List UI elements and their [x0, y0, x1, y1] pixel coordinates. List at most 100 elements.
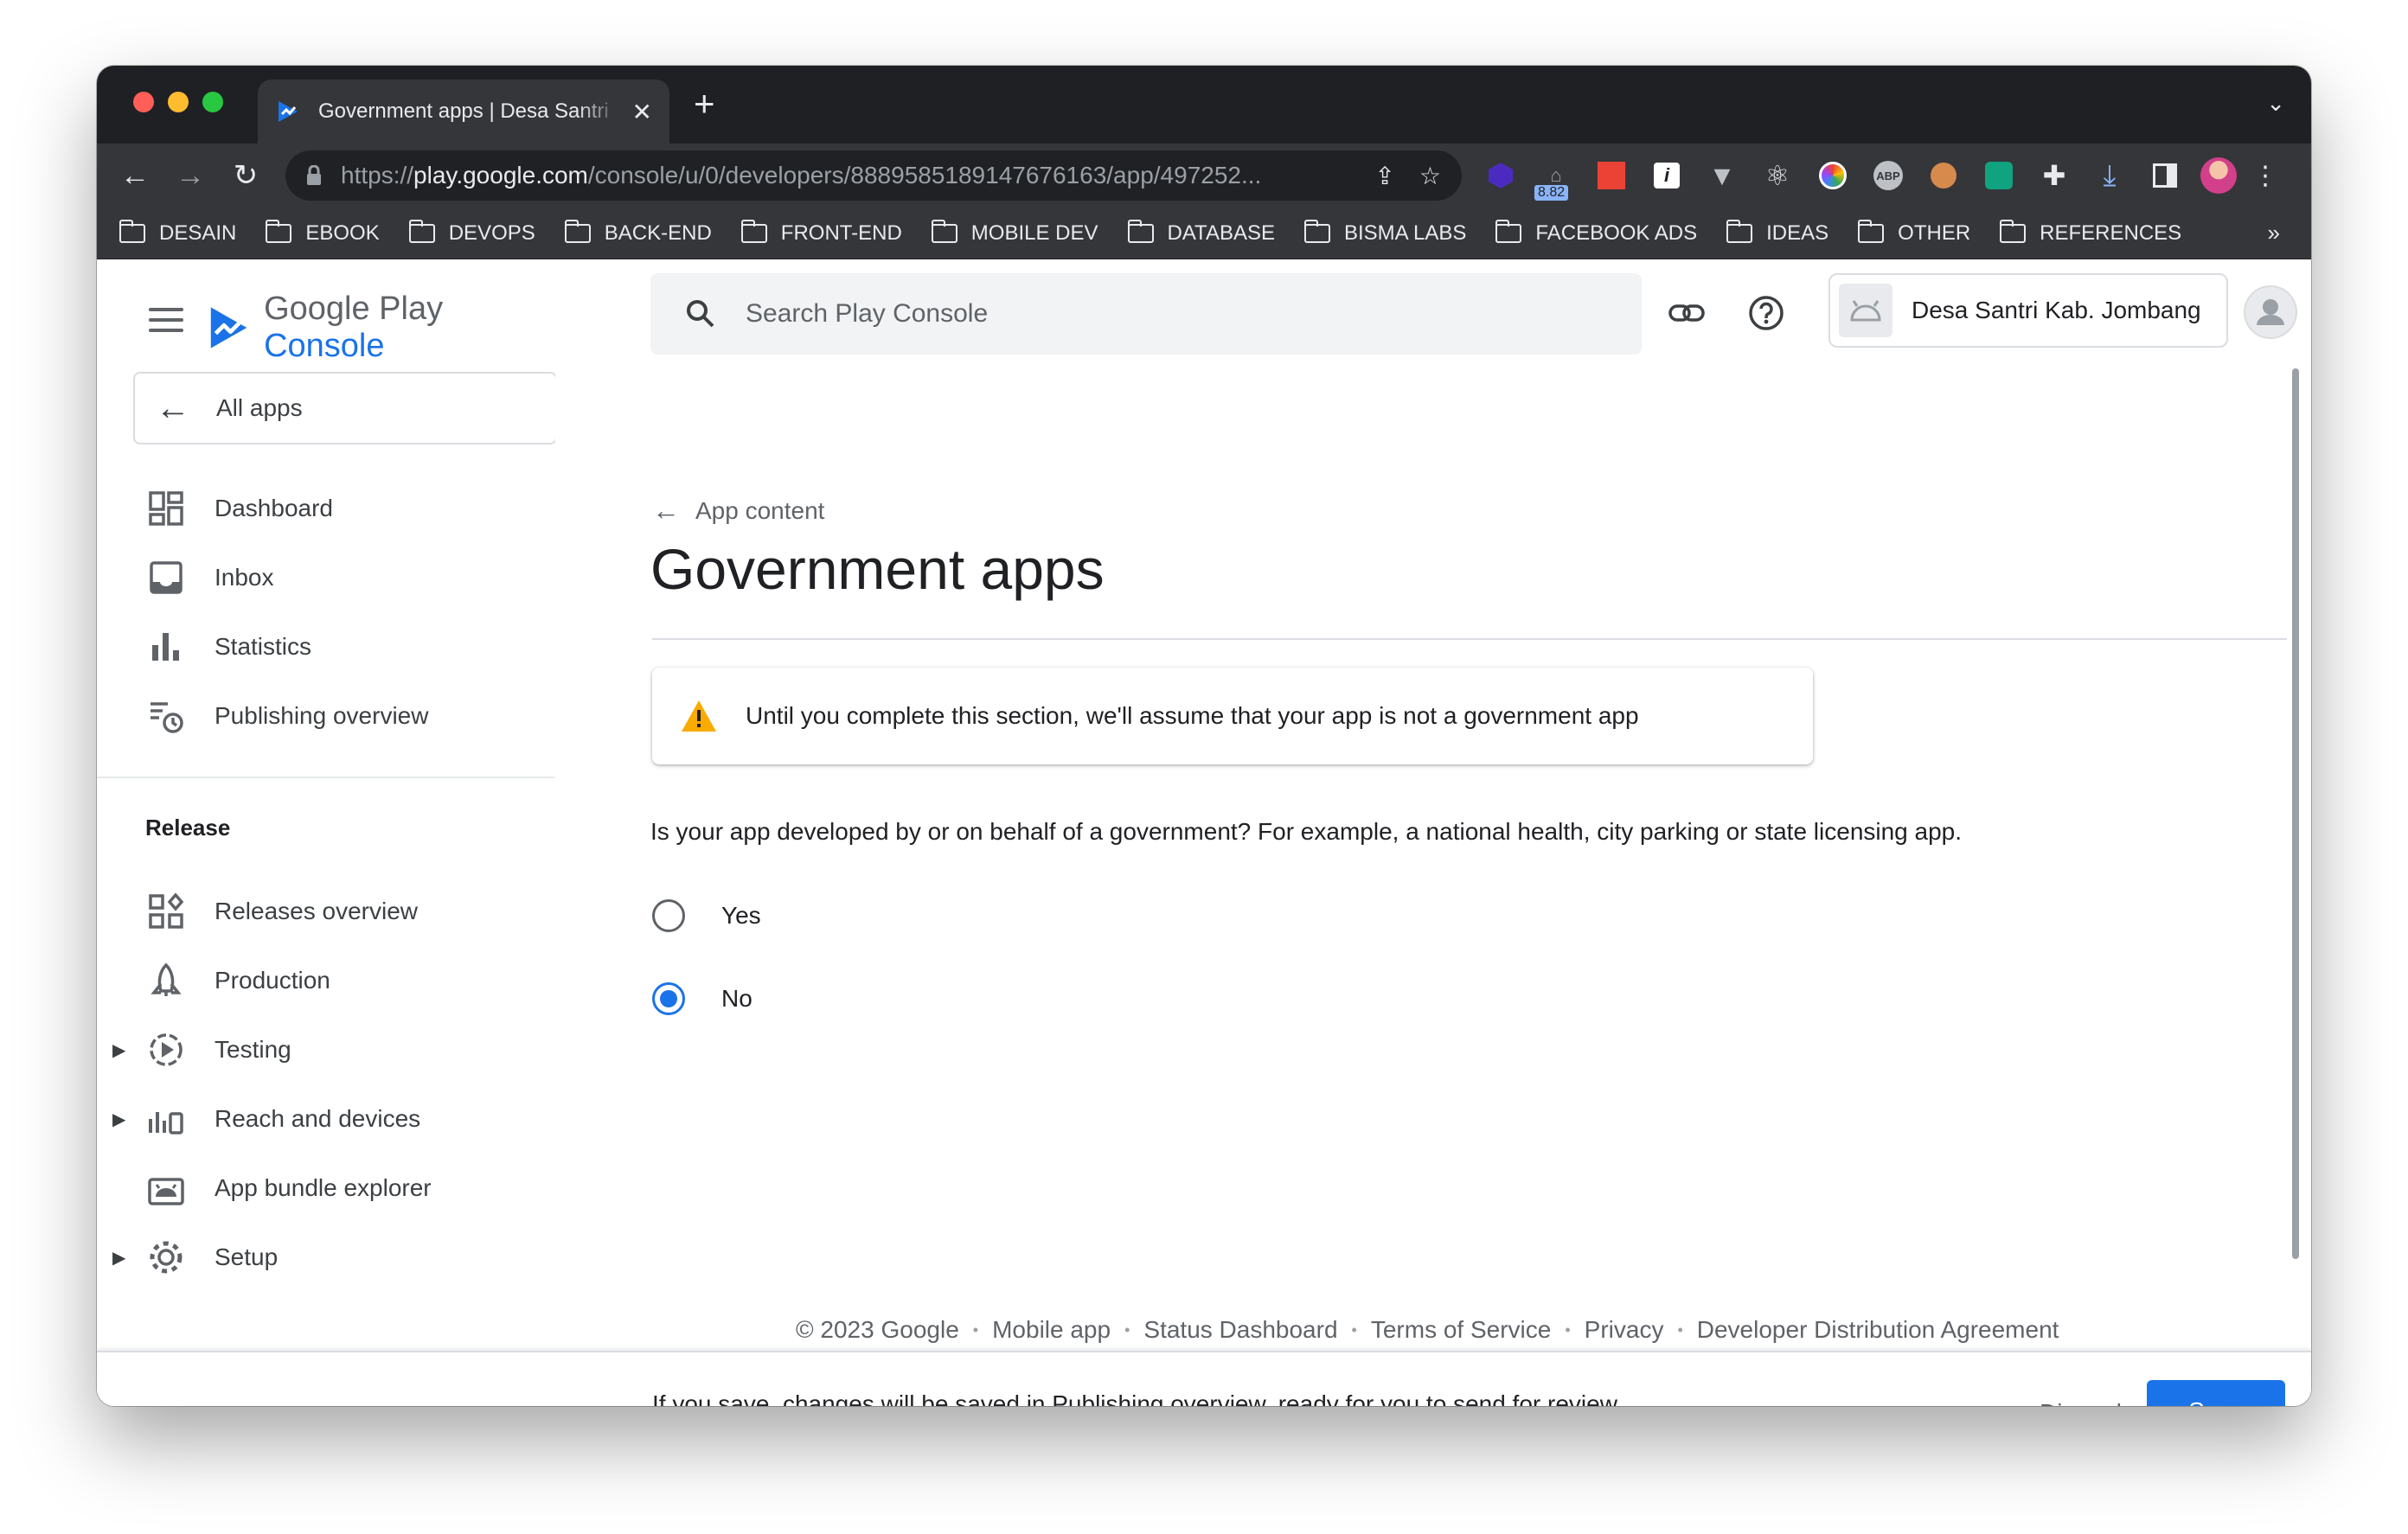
- expand-arrow-icon[interactable]: ▶: [112, 1039, 125, 1061]
- sidebar-item-publishing-overview[interactable]: Publishing overview: [97, 690, 555, 742]
- save-bar: If you save, changes will be saved in Pu…: [97, 1351, 2311, 1406]
- folder-icon: [1858, 219, 1885, 243]
- sidebar-item-inbox[interactable]: Inbox: [97, 552, 555, 604]
- search-bar[interactable]: Search Play Console: [650, 273, 1642, 355]
- reload-icon[interactable]: ↻: [218, 158, 273, 193]
- tab-search-icon[interactable]: ⌄: [2266, 90, 2285, 117]
- sidebar-item-testing[interactable]: ▶ Testing: [97, 1024, 555, 1076]
- bookmarks-overflow-icon[interactable]: »: [2268, 220, 2280, 246]
- forward-icon[interactable]: →: [163, 159, 218, 193]
- search-placeholder: Search Play Console: [746, 299, 989, 328]
- testing-icon: [150, 1033, 183, 1066]
- release-section-title: Release: [145, 815, 231, 841]
- lock-icon: [307, 165, 321, 185]
- sidebar-item-reach-and-devices[interactable]: ▶ Reach and devices: [97, 1093, 555, 1145]
- reach-devices-icon: [149, 1112, 183, 1135]
- minimize-window-button[interactable]: [168, 92, 189, 112]
- bookmark-folder[interactable]: FRONT-END: [740, 219, 902, 246]
- extension-red-square-icon[interactable]: [1591, 156, 1631, 195]
- account-avatar[interactable]: [2244, 285, 2297, 339]
- footer-link-dda[interactable]: Developer Distribution Agreement: [1697, 1316, 2059, 1344]
- extension-adblock-icon[interactable]: ABP: [1868, 156, 1908, 195]
- bookmark-folder[interactable]: IDEAS: [1726, 219, 1828, 246]
- hamburger-menu-icon[interactable]: [149, 308, 183, 339]
- side-panel-icon[interactable]: [2145, 156, 2185, 195]
- help-icon[interactable]: [1747, 294, 1785, 332]
- sidebar-item-dashboard[interactable]: Dashboard: [97, 483, 555, 534]
- link-icon[interactable]: [1668, 294, 1706, 332]
- breadcrumb[interactable]: ← App content: [652, 495, 824, 527]
- bookmark-folder[interactable]: REFERENCES: [2000, 219, 2181, 246]
- radio-button-unchecked[interactable]: [652, 899, 685, 932]
- new-tab-button[interactable]: +: [694, 83, 715, 125]
- extension-chatgpt-icon[interactable]: [1979, 156, 2019, 195]
- bookmark-folder[interactable]: BACK-END: [564, 219, 712, 246]
- radio-option-yes[interactable]: Yes: [652, 899, 761, 932]
- save-bar-message: If you save, changes will be saved in Pu…: [652, 1390, 1623, 1406]
- folder-icon: [119, 219, 145, 243]
- discard-button[interactable]: Discard: [2027, 1382, 2134, 1406]
- search-icon: [687, 300, 714, 328]
- sidebar-item-statistics[interactable]: Statistics: [97, 621, 555, 673]
- address-bar[interactable]: https://play.google.com/console/u/0/deve…: [285, 150, 1462, 201]
- sidebar-item-releases-overview[interactable]: Releases overview: [97, 885, 555, 937]
- folder-icon: [740, 219, 767, 243]
- radio-option-no[interactable]: No: [652, 982, 752, 1015]
- sidebar: Google Play Console ← All apps Dashboard…: [97, 259, 555, 1280]
- maximize-window-button[interactable]: [202, 92, 223, 112]
- browser-profile-avatar[interactable]: [2200, 157, 2237, 194]
- folder-icon: [1726, 219, 1753, 243]
- save-button[interactable]: Save: [2147, 1380, 2285, 1406]
- bookmark-folder[interactable]: DEVOPS: [408, 219, 535, 246]
- sidebar-item-production[interactable]: Production: [97, 955, 555, 1007]
- sidebar-divider: [97, 777, 555, 778]
- folder-icon: [1127, 219, 1154, 243]
- extension-hexagon-icon[interactable]: [1481, 156, 1521, 195]
- statistics-icon: [152, 633, 179, 661]
- footer-link-terms[interactable]: Terms of Service: [1371, 1316, 1552, 1344]
- bookmark-folder[interactable]: EBOOK: [266, 219, 380, 246]
- footer-link-status-dashboard[interactable]: Status Dashboard: [1143, 1316, 1337, 1344]
- bookmark-folder[interactable]: FACEBOOK ADS: [1495, 219, 1697, 246]
- sidebar-item-setup[interactable]: ▶ Setup: [97, 1231, 555, 1280]
- expand-arrow-icon[interactable]: ▶: [112, 1109, 125, 1130]
- bookmark-folder[interactable]: MOBILE DEV: [931, 219, 1098, 246]
- extension-counter-icon[interactable]: ⌂ 8.82: [1534, 156, 1576, 201]
- browser-menu-icon[interactable]: ⋮: [2252, 161, 2278, 191]
- extension-color-picker-icon[interactable]: [1813, 156, 1853, 195]
- app-bundle-icon: [148, 1178, 184, 1205]
- close-window-button[interactable]: [133, 92, 154, 112]
- share-icon[interactable]: ⇪: [1374, 162, 1394, 190]
- bookmark-folder[interactable]: DATABASE: [1127, 219, 1275, 246]
- extension-vue-icon[interactable]: ▼: [1702, 156, 1742, 195]
- arrow-back-icon: ←: [156, 388, 190, 427]
- sidebar-item-app-bundle-explorer[interactable]: App bundle explorer: [97, 1162, 555, 1214]
- developer-account-selector[interactable]: Desa Santri Kab. Jombang: [1828, 273, 2228, 348]
- bookmark-folder[interactable]: OTHER: [1858, 219, 1970, 246]
- extension-info-icon[interactable]: i: [1647, 156, 1687, 195]
- all-apps-label: All apps: [216, 394, 303, 421]
- footer-link-mobile-app[interactable]: Mobile app: [992, 1316, 1111, 1344]
- bookmark-star-icon[interactable]: ☆: [1419, 162, 1441, 190]
- person-icon: [2257, 299, 2284, 325]
- scrollbar[interactable]: [2292, 368, 2299, 1259]
- play-console-page: Google Play Console ← All apps Dashboard…: [97, 259, 2311, 1406]
- back-icon[interactable]: ←: [107, 159, 163, 193]
- radio-button-checked[interactable]: [652, 982, 685, 1015]
- tab-close-icon[interactable]: ✕: [632, 98, 652, 126]
- title-divider: [652, 638, 2287, 640]
- extension-cookie-icon[interactable]: [1924, 156, 1963, 195]
- bookmark-folder[interactable]: DESAIN: [119, 219, 236, 246]
- extension-react-icon[interactable]: ⚛: [1758, 156, 1797, 195]
- all-apps-button[interactable]: ← All apps: [133, 372, 555, 444]
- inbox-icon: [150, 561, 183, 594]
- footer-link-privacy[interactable]: Privacy: [1585, 1316, 1664, 1344]
- browser-tab-active[interactable]: Government apps | Desa Santri ✕: [258, 80, 669, 144]
- expand-arrow-icon[interactable]: ▶: [112, 1247, 125, 1269]
- extensions-puzzle-icon[interactable]: ✚: [2034, 156, 2074, 195]
- bookmark-folder[interactable]: BISMA LABS: [1303, 219, 1466, 246]
- play-console-logo[interactable]: Google Play Console: [208, 291, 555, 365]
- developer-name: Desa Santri Kab. Jombang: [1912, 297, 2201, 323]
- play-console-wordmark: Google Play Console: [264, 291, 444, 364]
- downloads-icon[interactable]: ⤓: [2090, 156, 2129, 195]
